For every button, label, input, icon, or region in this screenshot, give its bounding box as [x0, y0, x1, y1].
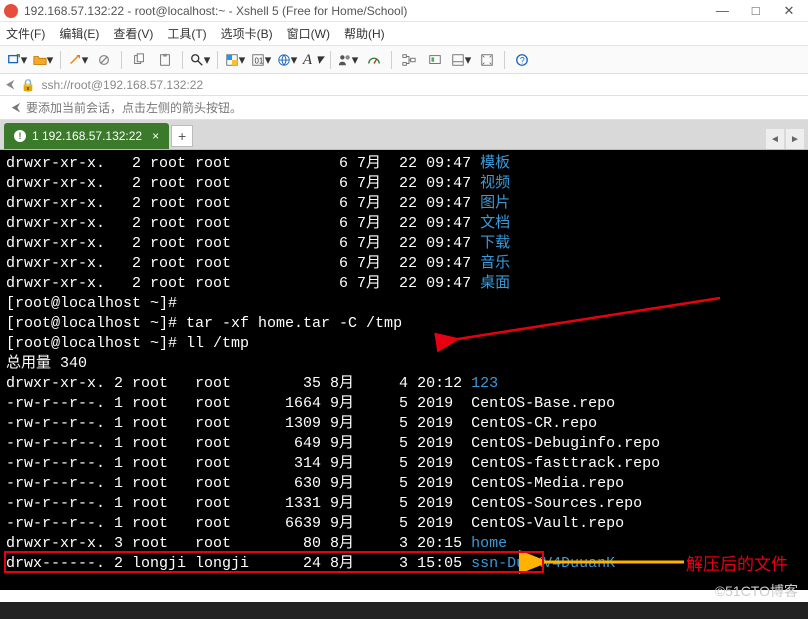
address-bar: ⮜ 🔒 ssh://root@192.168.57.132:22 — [0, 74, 808, 96]
minimize-button[interactable]: — — [707, 3, 737, 18]
disconnect-button[interactable] — [93, 49, 115, 71]
tab-close-button[interactable]: × — [152, 129, 159, 143]
ls-row: -rw-r--r--. 1 root root 1664 9月 5 2019 C… — [6, 394, 802, 414]
tab-label: 1 192.168.57.132:22 — [32, 129, 142, 143]
fullscreen-button[interactable] — [476, 49, 498, 71]
ls-row: drwxr-xr-x. 2 root root 35 8月 4 20:12 12… — [6, 374, 802, 394]
separator — [121, 51, 122, 69]
ls-row: drwxr-xr-x. 2 root root 6 7月 22 09:47 桌面 — [6, 274, 802, 294]
separator — [391, 51, 392, 69]
ls-row: drwx------. 2 longji longji 24 8月 3 15:0… — [6, 554, 802, 574]
status-bar — [0, 602, 808, 619]
address-path[interactable]: ssh://root@192.168.57.132:22 — [41, 78, 203, 92]
sessions-tree-button[interactable] — [398, 49, 420, 71]
menu-help[interactable]: 帮助(H) — [344, 25, 385, 42]
maximize-button[interactable]: □ — [741, 3, 771, 18]
encoding-button[interactable]: 01▾ — [250, 49, 272, 71]
new-session-button[interactable]: ▾ — [6, 49, 28, 71]
session-tab[interactable]: ! 1 192.168.57.132:22 × — [4, 123, 169, 149]
svg-text:01: 01 — [254, 56, 263, 65]
tunneling-button[interactable] — [424, 49, 446, 71]
app-icon — [4, 4, 18, 18]
ls-row: drwxr-xr-x. 2 root root 6 7月 22 09:47 下载 — [6, 234, 802, 254]
ls-row: -rw-r--r--. 1 root root 630 9月 5 2019 Ce… — [6, 474, 802, 494]
font-button[interactable]: A ▾ — [302, 49, 324, 71]
color-scheme-button[interactable]: ▾ — [224, 49, 246, 71]
language-button[interactable]: ▾ — [276, 49, 298, 71]
terminal[interactable]: drwxr-xr-x. 2 root root 6 7月 22 09:47 模板… — [0, 150, 808, 590]
info-bar: ⮜ 要添加当前会话，点击左侧的箭头按钮。 — [0, 96, 808, 120]
lock-icon: 🔒 — [21, 78, 36, 92]
dashboard-button[interactable] — [363, 49, 385, 71]
ls-row: -rw-r--r--. 1 root root 649 9月 5 2019 Ce… — [6, 434, 802, 454]
ls-row: -rw-r--r--. 1 root root 1309 9月 5 2019 C… — [6, 414, 802, 434]
menu-bar: 文件(F) 编辑(E) 查看(V) 工具(T) 选项卡(B) 窗口(W) 帮助(… — [0, 22, 808, 46]
copy-button[interactable] — [128, 49, 150, 71]
separator — [217, 51, 218, 69]
ls-row: drwxr-xr-x. 2 root root 6 7月 22 09:47 视频 — [6, 174, 802, 194]
close-button[interactable]: ✕ — [774, 3, 804, 19]
separator — [60, 51, 61, 69]
tab-scroll: ◄ ► — [766, 129, 808, 149]
compose-button[interactable]: ▾ — [450, 49, 472, 71]
toolbar: ▾ ▾ ▾ ▾ ▾ 01▾ ▾ A ▾ ▾ ▾ ? — [0, 46, 808, 74]
menu-edit[interactable]: 编辑(E) — [59, 25, 99, 42]
menu-window[interactable]: 窗口(W) — [287, 25, 330, 42]
window-title: 192.168.57.132:22 - root@localhost:~ - X… — [24, 4, 707, 18]
ls-row: drwxr-xr-x. 2 root root 6 7月 22 09:47 文档 — [6, 214, 802, 234]
menu-tabs[interactable]: 选项卡(B) — [221, 25, 273, 42]
menu-view[interactable]: 查看(V) — [113, 25, 153, 42]
watermark: ©51CTO博客 — [715, 581, 798, 601]
ls-row: -rw-r--r--. 1 root root 6639 9月 5 2019 C… — [6, 514, 802, 534]
prompt-line: [root@localhost ~]# — [6, 294, 802, 314]
tab-strip: ! 1 192.168.57.132:22 × + ◄ ► — [0, 120, 808, 150]
window-controls: — □ ✕ — [707, 3, 804, 19]
ls-row: drwxr-xr-x. 3 root root 80 8月 3 20:15 ho… — [6, 534, 802, 554]
reconnect-button[interactable]: ▾ — [67, 49, 89, 71]
users-button[interactable]: ▾ — [337, 49, 359, 71]
ls-row: drwxr-xr-x. 2 root root 6 7月 22 09:47 音乐 — [6, 254, 802, 274]
svg-text:?: ? — [520, 55, 525, 65]
title-bar: 192.168.57.132:22 - root@localhost:~ - X… — [0, 0, 808, 22]
tab-status-icon: ! — [14, 130, 26, 142]
find-button[interactable]: ▾ — [189, 49, 211, 71]
menu-tools[interactable]: 工具(T) — [167, 25, 206, 42]
ls-row: drwxr-xr-x. 2 root root 6 7月 22 09:47 模板 — [6, 154, 802, 174]
prompt-line: [root@localhost ~]# tar -xf home.tar -C … — [6, 314, 802, 334]
total-line: 总用量 340 — [6, 354, 802, 374]
tab-scroll-right[interactable]: ► — [786, 129, 804, 149]
ls-row: -rw-r--r--. 1 root root 314 9月 5 2019 Ce… — [6, 454, 802, 474]
ls-row: drwxr-xr-x. 2 root root 6 7月 22 09:47 图片 — [6, 194, 802, 214]
tab-scroll-left[interactable]: ◄ — [766, 129, 784, 149]
menu-file[interactable]: 文件(F) — [6, 25, 45, 42]
prompt-line: [root@localhost ~]# ll /tmp — [6, 334, 802, 354]
separator — [182, 51, 183, 69]
info-arrow-icon[interactable]: ⮜ — [6, 100, 26, 115]
open-button[interactable]: ▾ — [32, 49, 54, 71]
separator — [504, 51, 505, 69]
info-text: 要添加当前会话，点击左侧的箭头按钮。 — [26, 99, 242, 116]
new-tab-button[interactable]: + — [171, 125, 193, 147]
separator — [330, 51, 331, 69]
ls-row: -rw-r--r--. 1 root root 1331 9月 5 2019 C… — [6, 494, 802, 514]
help-button[interactable]: ? — [511, 49, 533, 71]
paste-button[interactable] — [154, 49, 176, 71]
add-session-arrow[interactable]: ⮜ — [6, 77, 15, 92]
